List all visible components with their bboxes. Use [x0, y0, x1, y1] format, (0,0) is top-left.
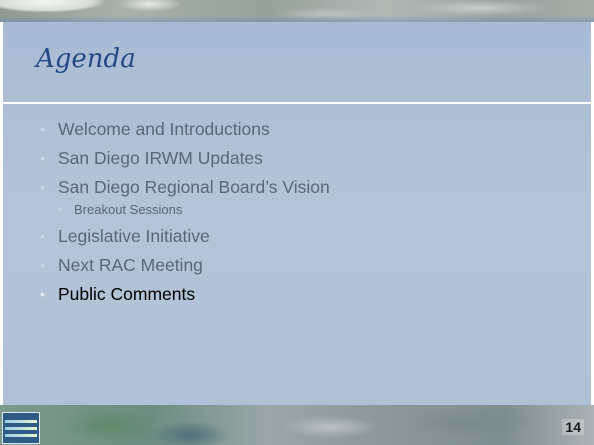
agenda-subitem: ▪ Breakout Sessions: [38, 199, 558, 221]
bullet-icon: •: [40, 257, 45, 273]
bullet-icon: •: [40, 121, 45, 137]
footer-banner-image: [0, 405, 594, 445]
agenda-item: • Next RAC Meeting: [38, 251, 558, 280]
agenda-item-current: • Public Comments: [38, 280, 558, 309]
agenda-list: • Welcome and Introductions • San Diego IR…: [38, 115, 558, 309]
slide-number: 14: [562, 419, 584, 435]
header-banner-image: [0, 0, 594, 22]
bullet-icon: •: [40, 179, 45, 195]
agenda-item: • San Diego IRWM Updates: [38, 144, 558, 173]
bullet-icon: •: [40, 150, 45, 166]
bullet-icon: •: [40, 286, 45, 302]
title-divider: [3, 102, 591, 104]
slide: Agenda • Welcome and Introductions • San D…: [0, 0, 594, 445]
agenda-item: • San Diego Regional Board’s Vision: [38, 173, 558, 202]
organization-logo: [2, 412, 40, 444]
bullet-icon: •: [40, 228, 45, 244]
agenda-item: • Welcome and Introductions: [38, 115, 558, 144]
slide-title: Agenda: [36, 44, 136, 74]
sub-bullet-icon: ▪: [58, 204, 62, 216]
agenda-item: • Legislative Initiative: [38, 222, 558, 251]
